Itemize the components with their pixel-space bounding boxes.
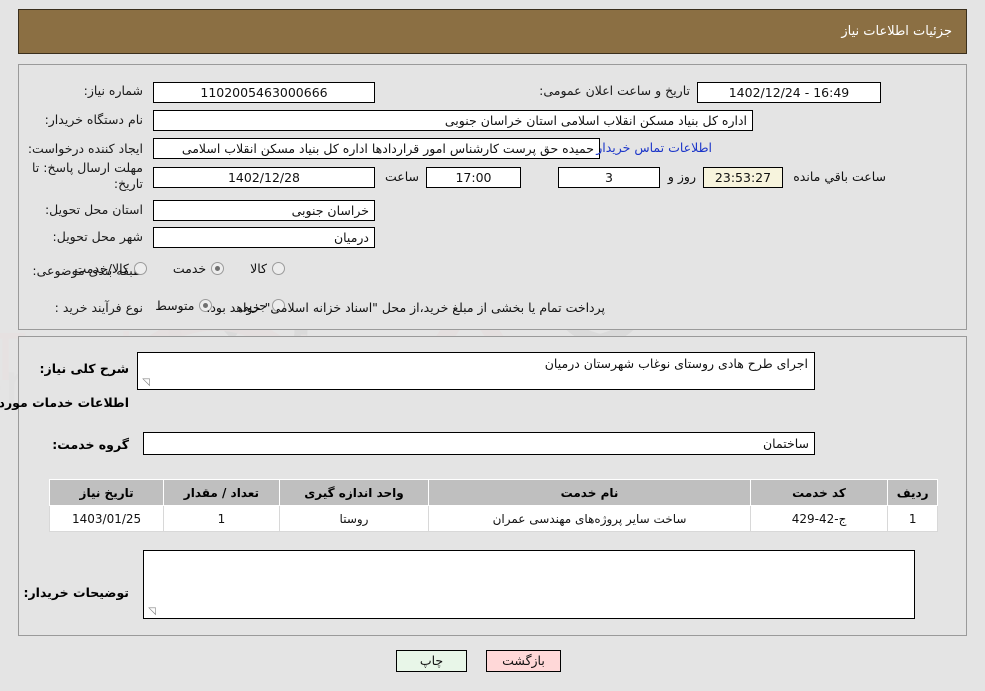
province-value: خراسان جنوبی xyxy=(153,200,375,221)
announce-datetime-value: 16:49 - 1402/12/24 xyxy=(697,82,881,103)
buyer-org-label: نام دستگاه خریدار: xyxy=(44,112,143,127)
city-label-wrap: شهر محل تحویل: xyxy=(53,229,143,244)
service-group-label-wrap: گروه خدمت: xyxy=(52,437,129,452)
page-root: AriaT ender nTenderne AriaTender.net جزئ… xyxy=(0,0,985,691)
process-option-label-1: متوسط xyxy=(155,298,195,313)
requester-label-wrap: ایجاد کننده درخواست: xyxy=(28,141,143,156)
need-info-panel xyxy=(18,64,967,330)
buyer-notes-textarea[interactable]: ◹ xyxy=(143,550,915,619)
col-index: ردیف xyxy=(887,479,938,506)
category-option-label-0: کالا xyxy=(250,261,267,276)
buyer-org-label-wrap: نام دستگاه خریدار: xyxy=(45,112,143,127)
contact-link-wrap[interactable]: اطلاعات تماس خریدار xyxy=(596,140,712,155)
col-name: نام خدمت xyxy=(428,479,751,506)
category-option-1[interactable]: خدمت xyxy=(172,261,225,276)
city-label: شهر محل تحویل: xyxy=(52,229,143,244)
col-code: کد خدمت xyxy=(749,479,889,506)
cell-1: ج-42-429 xyxy=(749,505,889,532)
days-label-wrap: روز و xyxy=(668,169,696,184)
category-radio-group[interactable]: کالا خدمت کالا/خدمت xyxy=(48,261,285,276)
buyer-contact-link[interactable]: اطلاعات تماس خریدار xyxy=(596,140,712,155)
buyer-notes-label: توضیحات خریدار: xyxy=(23,585,129,600)
deadline-date-value: 1402/12/28 xyxy=(153,167,375,188)
category-radio-icon-1[interactable] xyxy=(211,262,225,275)
requester-value: حمیده حق پرست کارشناس امور قراردادها ادا… xyxy=(153,138,600,159)
col-quantity: تعداد / مقدار xyxy=(163,479,280,506)
payment-note-wrap: پرداخت تمام یا بخشی از مبلغ خرید،از محل … xyxy=(206,300,605,315)
province-label: استان محل تحویل: xyxy=(44,202,143,217)
buyer-org-value: اداره کل بنیاد مسکن انقلاب اسلامی استان … xyxy=(153,110,753,131)
hour-label-wrap: ساعت xyxy=(385,169,419,184)
general-desc-label: شرح کلی نیاز: xyxy=(39,361,129,376)
countdown-timer-value: 23:53:27 xyxy=(703,167,783,188)
need-number-label-wrap: شماره نیاز: xyxy=(84,83,143,98)
print-button[interactable]: چاپ xyxy=(396,650,467,672)
col-unit: واحد اندازه گیری xyxy=(278,479,430,506)
general-desc-value: اجرای طرح هادی روستای نوغاب شهرستان درمی… xyxy=(544,356,808,371)
resize-grip-icon[interactable]: ◹ xyxy=(140,378,150,388)
remaining-days-value: 3 xyxy=(558,167,660,188)
category-option-label-2: کالا/خدمت xyxy=(74,261,129,276)
requester-label: ایجاد کننده درخواست: xyxy=(27,141,143,156)
general-desc-textarea[interactable]: اجرای طرح هادی روستای نوغاب شهرستان درمی… xyxy=(137,352,815,390)
category-radio-icon-2[interactable] xyxy=(133,262,147,275)
window-title-bar: جزئیات اطلاعات نیاز xyxy=(18,9,967,54)
category-option-label-1: خدمت xyxy=(172,261,207,276)
category-option-2[interactable]: کالا/خدمت xyxy=(74,261,147,276)
cell-4: 1 xyxy=(163,505,280,532)
hour-label: ساعت xyxy=(384,169,419,184)
buyer-notes-label-wrap: توضیحات خریدار: xyxy=(23,585,129,600)
services-section-title-wrap: اطلاعات خدمات مورد نیاز xyxy=(0,395,129,410)
countdown-label: ساعت باقي مانده xyxy=(793,169,886,184)
process-option-1[interactable]: متوسط xyxy=(155,298,213,313)
announce-label-wrap: تاریخ و ساعت اعلان عمومی: xyxy=(539,83,690,98)
cell-0: 1 xyxy=(887,505,938,532)
table-row: 1 ج-42-429 ساخت سایر پروژه‌های مهندسی عمرا… xyxy=(48,505,938,532)
cell-2: ساخت سایر پروژه‌های مهندسی عمران xyxy=(428,505,751,532)
resize-grip-icon-2[interactable]: ◹ xyxy=(146,607,156,617)
services-table: ردیف کد خدمت نام خدمت واحد اندازه گیری ت… xyxy=(48,479,938,532)
cell-3: روستا xyxy=(278,505,430,532)
remaining-days-label: روز و xyxy=(667,169,696,184)
announce-datetime-label: تاریخ و ساعت اعلان عمومی: xyxy=(539,83,690,98)
need-number-label: شماره نیاز: xyxy=(83,83,143,98)
back-button[interactable]: بازگشت xyxy=(486,650,561,672)
deadline-label-wrap: مهلت ارسال پاسخ: تا تاریخ: xyxy=(23,160,143,192)
category-option-0[interactable]: کالا xyxy=(250,261,285,276)
category-radio-icon-0[interactable] xyxy=(272,262,285,275)
services-section-title: اطلاعات خدمات مورد نیاز xyxy=(0,395,129,410)
service-group-label: گروه خدمت: xyxy=(52,437,129,452)
city-value: درمیان xyxy=(153,227,375,248)
need-number-value: 1102005463000666 xyxy=(153,82,375,103)
page-title: جزئیات اطلاعات نیاز xyxy=(841,24,952,39)
payment-note: پرداخت تمام یا بخشی از مبلغ خرید،از محل … xyxy=(206,300,605,315)
province-label-wrap: استان محل تحویل: xyxy=(45,202,143,217)
cell-5: 1403/01/25 xyxy=(48,505,165,532)
deadline-label: مهلت ارسال پاسخ: تا تاریخ: xyxy=(32,160,143,191)
countdown-label-wrap: ساعت باقي مانده xyxy=(793,169,886,184)
service-group-value: ساختمان xyxy=(143,432,815,455)
deadline-time-value: 17:00 xyxy=(426,167,521,188)
general-desc-label-wrap: شرح کلی نیاز: xyxy=(40,361,129,376)
col-need-date: تاریخ نیاز xyxy=(48,479,165,506)
table-header-row: ردیف کد خدمت نام خدمت واحد اندازه گیری ت… xyxy=(48,479,938,506)
